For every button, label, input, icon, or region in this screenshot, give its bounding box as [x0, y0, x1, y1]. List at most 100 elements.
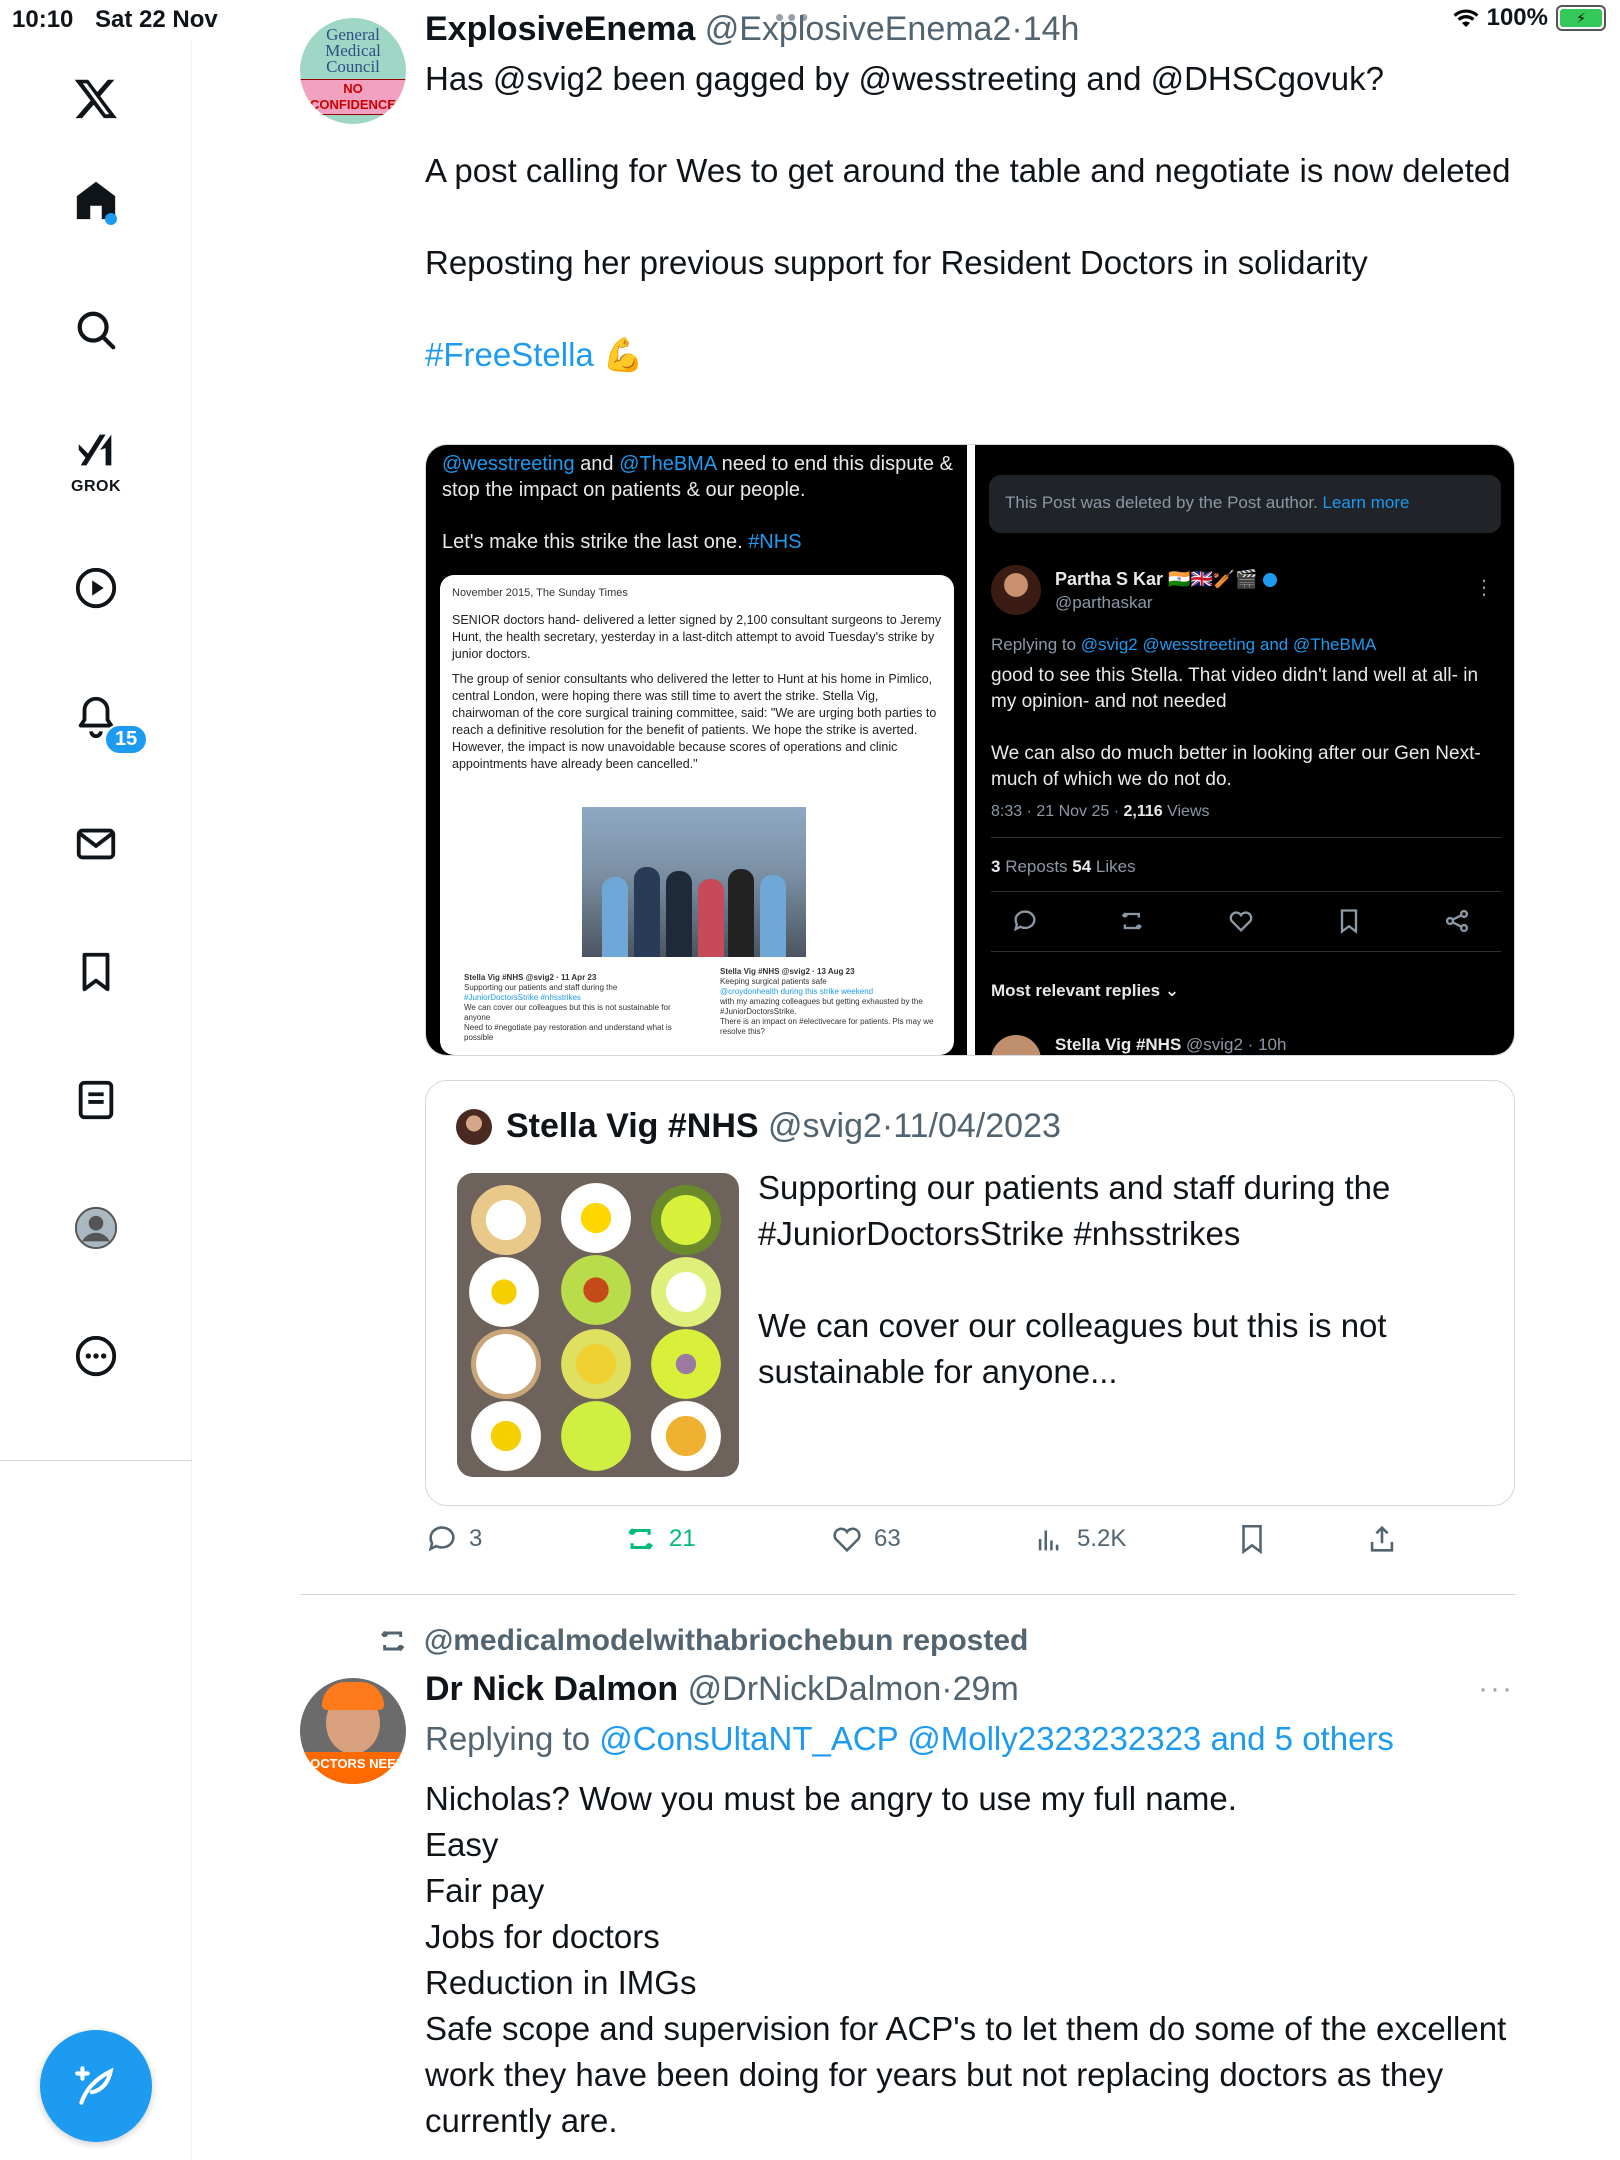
tweet-divider	[300, 1594, 1516, 1595]
tweet1-handle[interactable]: @ExplosiveEnema2	[705, 10, 1012, 48]
tweet2-sep: ·	[941, 1670, 953, 1708]
wifi-icon	[1453, 9, 1479, 27]
views-icon	[1038, 1530, 1059, 1551]
mini-tweet-1-line3: We can cover our colleagues but this is …	[464, 1003, 671, 1022]
share-icon	[1370, 1525, 1394, 1552]
video-icon[interactable]	[66, 558, 126, 618]
views-button[interactable]: 5.2K	[1033, 1522, 1126, 1556]
x-logo-icon[interactable]	[66, 68, 126, 128]
sidebar: GROK 15	[0, 40, 192, 2160]
tweet1-avatar[interactable]: General Medical Council NO CONFIDENCE	[300, 18, 406, 124]
stella-reply-header: Stella Vig #NHS @svig2 · 10h	[1055, 1035, 1286, 1055]
lists-icon[interactable]	[66, 1070, 126, 1130]
mini-tweet-1-head: Stella Vig #NHS @svig2 · 11 Apr 23	[464, 973, 597, 982]
tweet2-replying-to[interactable]: @ConsUltaNT_ACP @Molly2323232323 and 5 o…	[599, 1720, 1394, 1757]
partha-reposts-label: Reposts	[1000, 857, 1073, 876]
share-button[interactable]	[1365, 1522, 1399, 1556]
divider	[991, 891, 1501, 892]
partha-meta-time: 8:33 · 21 Nov 25 ·	[991, 803, 1124, 820]
search-icon[interactable]	[66, 300, 126, 360]
compose-icon	[75, 2066, 114, 2105]
partha-likes-label: Likes	[1091, 857, 1136, 876]
reply-icon	[1013, 910, 1036, 932]
grok-icon[interactable]	[66, 420, 126, 480]
reposted-by[interactable]: @medicalmodelwithabriochebun reposted	[378, 1624, 1028, 1658]
repost-icon	[1121, 912, 1142, 930]
repost-icon	[380, 1630, 405, 1652]
stella-reply-name: Stella Vig #NHS	[1055, 1035, 1187, 1054]
article-paragraph-1: SENIOR doctors hand- delivered a letter …	[452, 613, 942, 661]
tweet1-hashtag[interactable]: #FreeStella 💪	[425, 336, 644, 373]
tweet1-sep: ·	[1011, 10, 1023, 48]
partha-views-label: Views	[1162, 803, 1210, 820]
partha-name: Partha S Kar 🇮🇳🇬🇧🏏🎬	[1055, 569, 1277, 590]
battery-icon: ⚡	[1556, 5, 1606, 31]
article-source: November 2015, The Sunday Times	[452, 587, 628, 599]
tweet1-author-name[interactable]: ExplosiveEnema	[425, 10, 695, 48]
status-right: 100% ⚡	[1453, 4, 1606, 32]
like-icon	[833, 1527, 861, 1553]
reply-count: 3	[469, 1525, 483, 1552]
article-card: November 2015, The Sunday Times SENIOR d…	[440, 575, 954, 1055]
home-icon[interactable]	[66, 170, 126, 230]
tweet2-time[interactable]: 29m	[953, 1670, 1019, 1708]
mini-tweet-2-line3: with my amazing colleagues but getting e…	[720, 997, 923, 1016]
partha-replying-prefix: Replying to	[991, 635, 1081, 654]
deleted-post-text: This Post was deleted by the Post author…	[1005, 493, 1323, 512]
partha-avatar	[991, 565, 1041, 615]
bookmark-icon	[1340, 909, 1358, 934]
media-left-text-3: Let's make this strike the last one.	[442, 531, 749, 553]
partha-likes: 54	[1072, 857, 1092, 876]
media-image-right[interactable]: This Post was deleted by the Post author…	[975, 445, 1514, 1055]
deleted-post-notice: This Post was deleted by the Post author…	[989, 475, 1501, 533]
tweet2-replying-prefix: Replying to	[425, 1720, 600, 1757]
profile-icon[interactable]	[66, 1198, 126, 1258]
media-left-caption: @wesstreeting and @TheBMA need to end th…	[442, 451, 962, 555]
tweet2-handle[interactable]: @DrNickDalmon	[688, 1670, 942, 1708]
quoted-tweet[interactable]: Stella Vig #NHS @svig2·11/04/2023 Suppor…	[425, 1080, 1515, 1506]
partha-replying-to: @svig2 @wesstreeting and @TheBMA	[1080, 635, 1377, 654]
mini-tweet-2-line4: There is an impact on #electivecare for …	[720, 1017, 934, 1036]
quote-sep: ·	[881, 1107, 894, 1145]
mini-tweet-1-line1: Supporting our patients and staff during…	[464, 983, 618, 992]
sidebar-divider	[0, 1460, 192, 1461]
bookmarks-icon[interactable]	[66, 942, 126, 1002]
avatar-text-3: Council	[326, 57, 380, 76]
tweet2-header: Dr Nick Dalmon @DrNickDalmon·29m	[425, 1670, 1019, 1709]
partha-replying: Replying to @svig2 @wesstreeting and @Th…	[991, 635, 1376, 655]
tweet2-avatar[interactable]: DOCTORS NEED	[300, 1678, 406, 1784]
reply-icon	[428, 1526, 455, 1552]
stella-avatar	[991, 1035, 1041, 1055]
bookmark-button[interactable]	[1235, 1522, 1269, 1556]
mini-tweet-1-line4: Need to #negotiate pay restoration and u…	[464, 1023, 672, 1042]
tweet2-body: Nicholas? Wow you must be angry to use m…	[425, 1780, 1507, 2139]
compose-button[interactable]	[40, 2030, 152, 2142]
learn-more-link: Learn more	[1322, 493, 1410, 512]
quote-image-cupcakes[interactable]	[457, 1173, 739, 1477]
quote-time: 11/04/2023	[893, 1107, 1061, 1145]
tweet1-time[interactable]: 14h	[1023, 10, 1080, 48]
tweet2-author-name[interactable]: Dr Nick Dalmon	[425, 1670, 678, 1708]
partha-body: good to see this Stella. That video didn…	[991, 665, 1481, 790]
stella-reply-meta: @svig2 · 10h	[1186, 1035, 1287, 1054]
grok-label: GROK	[71, 478, 121, 495]
battery-percent: 100%	[1486, 4, 1548, 31]
messages-icon[interactable]	[66, 814, 126, 874]
repost-button[interactable]: 21	[625, 1522, 696, 1556]
quote-author-name: Stella Vig #NHS	[506, 1107, 759, 1145]
tweet1-header: ExplosiveEnema @ExplosiveEnema2·14h	[425, 10, 1079, 49]
like-button[interactable]: 63	[830, 1522, 901, 1556]
views-count: 5.2K	[1077, 1525, 1127, 1552]
tweet2-more-icon[interactable]: ···	[1478, 1672, 1514, 1706]
tweet2-replying: Replying to @ConsUltaNT_ACP @Molly232323…	[425, 1720, 1394, 1758]
partha-handle: @parthaskar	[1055, 593, 1153, 612]
more-options-icon: ⋮	[1474, 577, 1494, 599]
more-icon[interactable]	[66, 1326, 126, 1386]
verified-icon	[1262, 573, 1277, 588]
media-image-left[interactable]: @wesstreeting and @TheBMA need to end th…	[426, 445, 967, 1055]
reply-button[interactable]: 3	[425, 1522, 482, 1556]
mini-tweet-1-line2: #JuniorDoctorsStrike #nhsstrikes	[464, 993, 581, 1002]
most-relevant-replies: Most relevant replies ⌄	[991, 981, 1180, 1000]
repost-icon	[628, 1528, 654, 1550]
divider	[991, 837, 1501, 838]
